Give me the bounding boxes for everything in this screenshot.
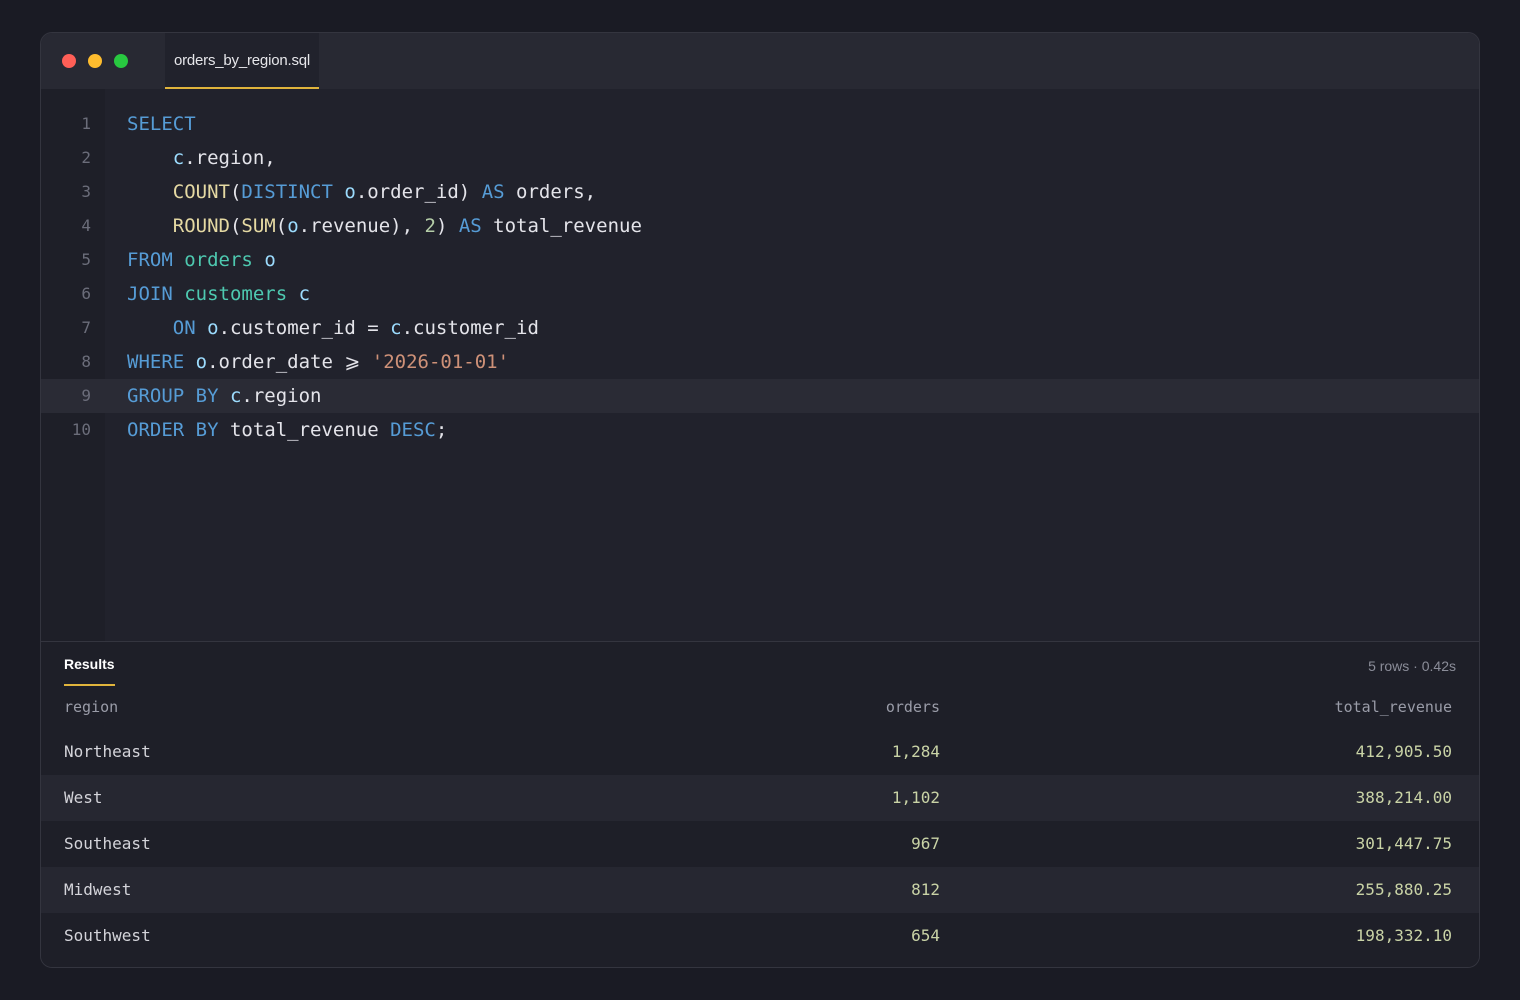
- editor-window: orders_by_region.sql 1 SELECT 2 c.region…: [40, 32, 1480, 968]
- code-line[interactable]: 8 WHERE o.order_date ⩾ '2026-01-01': [41, 345, 1479, 379]
- minimize-window-button[interactable]: [88, 54, 102, 68]
- code-text: SELECT: [127, 113, 196, 135]
- results-meta: 5 rows · 0.42s: [1368, 658, 1456, 674]
- code-line[interactable]: 1 SELECT: [41, 107, 1479, 141]
- line-number: 1: [81, 114, 91, 133]
- code-line-current[interactable]: 9 GROUP BY c.region: [41, 379, 1479, 413]
- line-number: 4: [81, 216, 91, 235]
- results-panel: Results 5 rows · 0.42s region orders tot…: [41, 641, 1479, 967]
- line-number: 7: [81, 318, 91, 337]
- file-tab[interactable]: orders_by_region.sql: [165, 33, 319, 89]
- code-line[interactable]: 2 c.region,: [41, 141, 1479, 175]
- code-text: c.region,: [172, 147, 276, 169]
- line-number: 6: [81, 284, 91, 303]
- code-text: ORDER BY total_revenue DESC;: [127, 419, 448, 441]
- cell-orders: 812: [911, 880, 940, 899]
- code-text: FROM orders o: [127, 249, 276, 271]
- code-text: GROUP BY c.region: [127, 385, 322, 407]
- column-header-region[interactable]: region: [64, 698, 118, 716]
- code-line[interactable]: 7 ON o.customer_id = c.customer_id: [41, 311, 1479, 345]
- file-tab-label: orders_by_region.sql: [173, 51, 311, 69]
- table-row[interactable]: West 1,102 388,214.00: [41, 775, 1479, 821]
- cell-orders: 1,102: [891, 788, 940, 807]
- line-number: 3: [81, 182, 91, 201]
- code-text: WHERE o.order_date ⩾ '2026-01-01': [127, 351, 510, 373]
- table-row[interactable]: Southeast 967 301,447.75: [41, 821, 1479, 867]
- maximize-window-button[interactable]: [114, 54, 128, 68]
- cell-orders: 967: [911, 834, 940, 853]
- title-bar: orders_by_region.sql: [41, 33, 1479, 89]
- code-text: JOIN customers c: [127, 283, 311, 305]
- cell-total-revenue: 301,447.75: [1355, 834, 1452, 853]
- column-header-orders[interactable]: orders: [886, 698, 940, 716]
- line-number: 9: [41, 379, 91, 413]
- column-header-total-revenue[interactable]: total_revenue: [1335, 698, 1452, 716]
- cell-region: Northeast: [64, 742, 151, 761]
- code-text: ROUND(SUM(o.revenue), 2) AS total_revenu…: [172, 215, 642, 237]
- line-number: 8: [81, 352, 91, 371]
- cell-total-revenue: 412,905.50: [1355, 742, 1452, 761]
- line-number: 2: [81, 148, 91, 167]
- code-line[interactable]: 6 JOIN customers c: [41, 277, 1479, 311]
- results-tab[interactable]: Results: [64, 656, 115, 686]
- table-row[interactable]: Midwest 812 255,880.25: [41, 867, 1479, 913]
- close-window-button[interactable]: [62, 54, 76, 68]
- code-editor[interactable]: 1 SELECT 2 c.region, 3 COUNT(DISTINCT o.…: [41, 89, 1479, 641]
- cell-total-revenue: 198,332.10: [1355, 926, 1452, 945]
- code-line[interactable]: 10 ORDER BY total_revenue DESC;: [41, 413, 1479, 447]
- cell-total-revenue: 255,880.25: [1355, 880, 1452, 899]
- cell-orders: 1,284: [891, 742, 940, 761]
- code-line[interactable]: 3 COUNT(DISTINCT o.order_id) AS orders,: [41, 175, 1479, 209]
- line-number: 10: [71, 420, 91, 439]
- results-header: region orders total_revenue: [41, 698, 1479, 718]
- code-line[interactable]: 4 ROUND(SUM(o.revenue), 2) AS total_reve…: [41, 209, 1479, 243]
- cell-orders: 654: [911, 926, 940, 945]
- table-row[interactable]: Northeast 1,284 412,905.50: [41, 729, 1479, 775]
- cell-region: Midwest: [64, 880, 132, 899]
- code-text: ON o.customer_id = c.customer_id: [172, 317, 539, 339]
- code-text: COUNT(DISTINCT o.order_id) AS orders,: [172, 181, 597, 203]
- cell-region: Southeast: [64, 834, 151, 853]
- code-line[interactable]: 5 FROM orders o: [41, 243, 1479, 277]
- table-row[interactable]: Southwest 654 198,332.10: [41, 913, 1479, 959]
- cell-region: Southwest: [64, 926, 151, 945]
- cell-total-revenue: 388,214.00: [1355, 788, 1452, 807]
- line-number: 5: [81, 250, 91, 269]
- cell-region: West: [64, 788, 103, 807]
